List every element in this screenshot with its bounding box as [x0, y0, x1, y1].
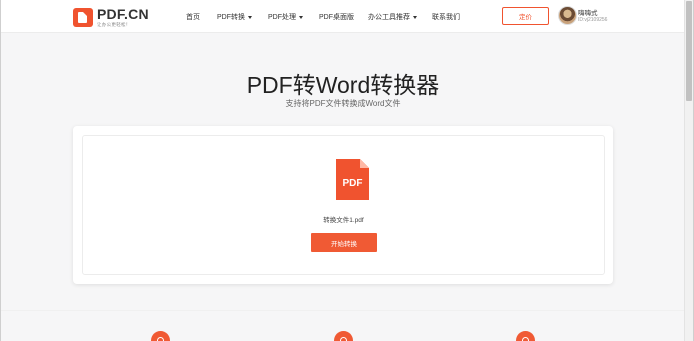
chevron-down-icon [413, 15, 417, 19]
section-divider [1, 310, 685, 311]
file-drop-zone[interactable]: PDF 转换文件1.pdf 开始转换 [82, 135, 605, 275]
pdf-file-icon: PDF [336, 159, 369, 200]
scrollbar-thumb[interactable] [686, 1, 692, 101]
pricing-button[interactable]: 定价 [502, 7, 549, 25]
feature-icon [334, 331, 353, 341]
start-convert-button[interactable]: 开始转换 [311, 233, 377, 252]
nav-item-contact[interactable]: 联系我们 [432, 12, 460, 22]
avatar[interactable] [558, 6, 577, 25]
page-subtitle: 支持将PDF文件转换成Word文件 [285, 99, 401, 108]
top-header: PDF.CN 让办公更轻松！ 首页 PDF转换 PDF处理 PDF桌面版 办公工… [1, 0, 685, 33]
page: PDF.CN 让办公更轻松！ 首页 PDF转换 PDF处理 PDF桌面版 办公工… [0, 0, 694, 341]
feature-icon [516, 331, 535, 341]
chevron-down-icon [248, 15, 252, 19]
user-name[interactable]: 嗨嗨式 [578, 7, 598, 17]
feature-icon [151, 331, 170, 341]
file-name: 转换文件1.pdf [323, 217, 364, 224]
nav-item-pdf-desktop[interactable]: PDF桌面版 [319, 12, 354, 22]
page-title: PDF转Word转换器 [246, 72, 440, 98]
logo-slogan: 让办公更轻松！ [97, 22, 131, 27]
nav-item-home[interactable]: 首页 [186, 12, 200, 22]
vertical-scrollbar[interactable] [684, 0, 693, 341]
chevron-down-icon [299, 15, 303, 19]
logo-name: PDF.CN [97, 6, 149, 22]
converter-card: PDF 转换文件1.pdf 开始转换 [73, 126, 613, 284]
nav-item-pdf-convert[interactable]: PDF转换 [217, 12, 252, 22]
site-logo[interactable]: PDF.CN 让办公更轻松！ [73, 7, 149, 28]
user-id: ID:vj2109256 [578, 17, 608, 23]
nav-item-pdf-process[interactable]: PDF处理 [268, 12, 303, 22]
logo-icon [73, 7, 93, 27]
nav-item-office-tools[interactable]: 办公工具推荐 [368, 12, 417, 22]
svg-text:PDF: PDF [343, 178, 363, 189]
